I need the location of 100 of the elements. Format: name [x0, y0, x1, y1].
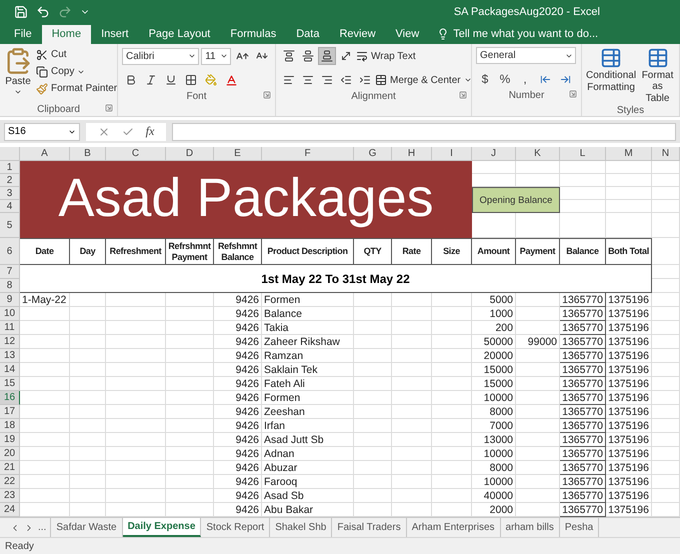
- column-header[interactable]: M: [606, 147, 652, 161]
- row-header[interactable]: 4: [0, 200, 20, 213]
- row-header[interactable]: 9: [0, 293, 20, 307]
- ribbon-tab[interactable]: Data: [286, 25, 330, 44]
- ribbon-tab[interactable]: Page Layout: [138, 25, 220, 44]
- dialog-launcher-icon[interactable]: [459, 91, 467, 99]
- row-header[interactable]: 11: [0, 321, 20, 335]
- row-header[interactable]: 8: [0, 279, 20, 293]
- ribbon-tab[interactable]: Home: [42, 25, 92, 44]
- undo-icon[interactable]: [36, 5, 50, 19]
- table-cell: 1375196: [606, 391, 652, 405]
- column-header[interactable]: L: [560, 147, 606, 161]
- row-header[interactable]: 7: [0, 265, 20, 279]
- ribbon-tab[interactable]: View: [386, 25, 430, 44]
- row-header[interactable]: 12: [0, 335, 20, 349]
- align-icon: [283, 50, 295, 62]
- row-header[interactable]: 21: [0, 461, 20, 475]
- dialog-launcher-icon[interactable]: [569, 90, 577, 98]
- ribbon-tab[interactable]: Insert: [91, 25, 139, 44]
- row-header[interactable]: 2: [0, 174, 20, 187]
- row-header[interactable]: 15: [0, 377, 20, 391]
- percent-button[interactable]: %: [496, 70, 514, 88]
- name-box[interactable]: S16: [4, 122, 80, 140]
- empty-cell: [70, 363, 106, 377]
- column-header[interactable]: D: [166, 147, 214, 161]
- cut-button[interactable]: Cut: [36, 47, 118, 62]
- row-header[interactable]: 13: [0, 349, 20, 363]
- formula-input[interactable]: [172, 122, 676, 140]
- table-cell: Formen: [262, 293, 354, 307]
- caret-icon: [220, 52, 228, 60]
- row-header[interactable]: 14: [0, 363, 20, 377]
- row-header[interactable]: 22: [0, 475, 20, 489]
- wrap-text-button[interactable]: Wrap Text: [356, 48, 416, 64]
- table-cell: 9426: [214, 489, 262, 503]
- row-header[interactable]: 19: [0, 433, 20, 447]
- table-cell: 8000: [472, 405, 516, 419]
- table-cell: 1365770: [560, 377, 606, 391]
- font-name-dropdown[interactable]: Calibri: [122, 48, 200, 64]
- paste-button[interactable]: Paste: [4, 47, 32, 102]
- column-header[interactable]: G: [354, 147, 392, 161]
- table-cell: 9426: [214, 391, 262, 405]
- column-header[interactable]: K: [516, 147, 560, 161]
- vertical-align-button[interactable]: [318, 47, 336, 65]
- ribbon-tab[interactable]: Formulas: [220, 25, 286, 44]
- row-header[interactable]: 6: [0, 238, 20, 265]
- empty-cell: [432, 391, 472, 405]
- row-header[interactable]: 5: [0, 213, 20, 238]
- column-header[interactable]: J: [472, 147, 516, 161]
- column-header[interactable]: N: [652, 147, 680, 161]
- empty-cell: [652, 265, 680, 279]
- column-header[interactable]: A: [20, 147, 70, 161]
- row-header[interactable]: 3: [0, 187, 20, 200]
- check-icon[interactable]: [122, 126, 134, 138]
- row-header[interactable]: 10: [0, 307, 20, 321]
- row-header[interactable]: 18: [0, 419, 20, 433]
- conditional-formatting-button[interactable]: Conditional Formatting: [586, 47, 636, 104]
- ribbon-tab[interactable]: File: [4, 25, 42, 44]
- comma-button[interactable]: ,: [516, 70, 534, 88]
- empty-cell: [166, 475, 214, 489]
- empty-cell: [106, 475, 166, 489]
- cancel-icon[interactable]: [98, 126, 110, 138]
- column-header[interactable]: F: [262, 147, 354, 161]
- more-sheets-button[interactable]: ...: [38, 522, 46, 533]
- column-header[interactable]: C: [106, 147, 166, 161]
- save-icon[interactable]: [14, 5, 28, 19]
- table-cell: 9426: [214, 419, 262, 433]
- row-header[interactable]: 20: [0, 447, 20, 461]
- insert-function-button[interactable]: fx: [146, 124, 154, 139]
- row-header[interactable]: 23: [0, 489, 20, 503]
- empty-cell: [106, 321, 166, 335]
- number-format-dropdown[interactable]: General: [476, 47, 576, 64]
- dialog-launcher-icon[interactable]: [105, 104, 113, 112]
- font-color-icon: [224, 74, 238, 86]
- row-header[interactable]: 16: [0, 391, 20, 405]
- empty-cell: [354, 391, 392, 405]
- column-header[interactable]: E: [214, 147, 262, 161]
- empty-cell: [354, 489, 392, 503]
- column-header[interactable]: I: [432, 147, 472, 161]
- row-header[interactable]: 24: [0, 503, 20, 517]
- dialog-launcher-icon[interactable]: [263, 91, 271, 99]
- empty-cell: [166, 363, 214, 377]
- empty-cell: [560, 161, 606, 174]
- empty-cell: [516, 161, 560, 174]
- empty-cell: [392, 475, 432, 489]
- row-header[interactable]: 1: [0, 161, 20, 174]
- tell-me-search[interactable]: Tell me what you want to do...: [429, 28, 606, 44]
- currency-button[interactable]: $: [476, 70, 494, 88]
- font-size-dropdown[interactable]: 11: [201, 48, 231, 64]
- format-painter-button[interactable]: Format Painter: [36, 81, 118, 96]
- table-cell: 20000: [472, 349, 516, 363]
- copy-button[interactable]: Copy: [36, 64, 118, 79]
- row-header[interactable]: 17: [0, 405, 20, 419]
- ribbon-tab[interactable]: Review: [329, 25, 386, 44]
- column-heading: Product Description: [262, 238, 354, 265]
- empty-cell: [392, 447, 432, 461]
- column-header[interactable]: H: [392, 147, 432, 161]
- sheet-tab[interactable]: Daily Expense: [122, 518, 202, 537]
- merge-center-button[interactable]: Merge & Center: [375, 72, 472, 88]
- format-as-table-button[interactable]: Format as Table: [640, 47, 675, 104]
- column-header[interactable]: B: [70, 147, 106, 161]
